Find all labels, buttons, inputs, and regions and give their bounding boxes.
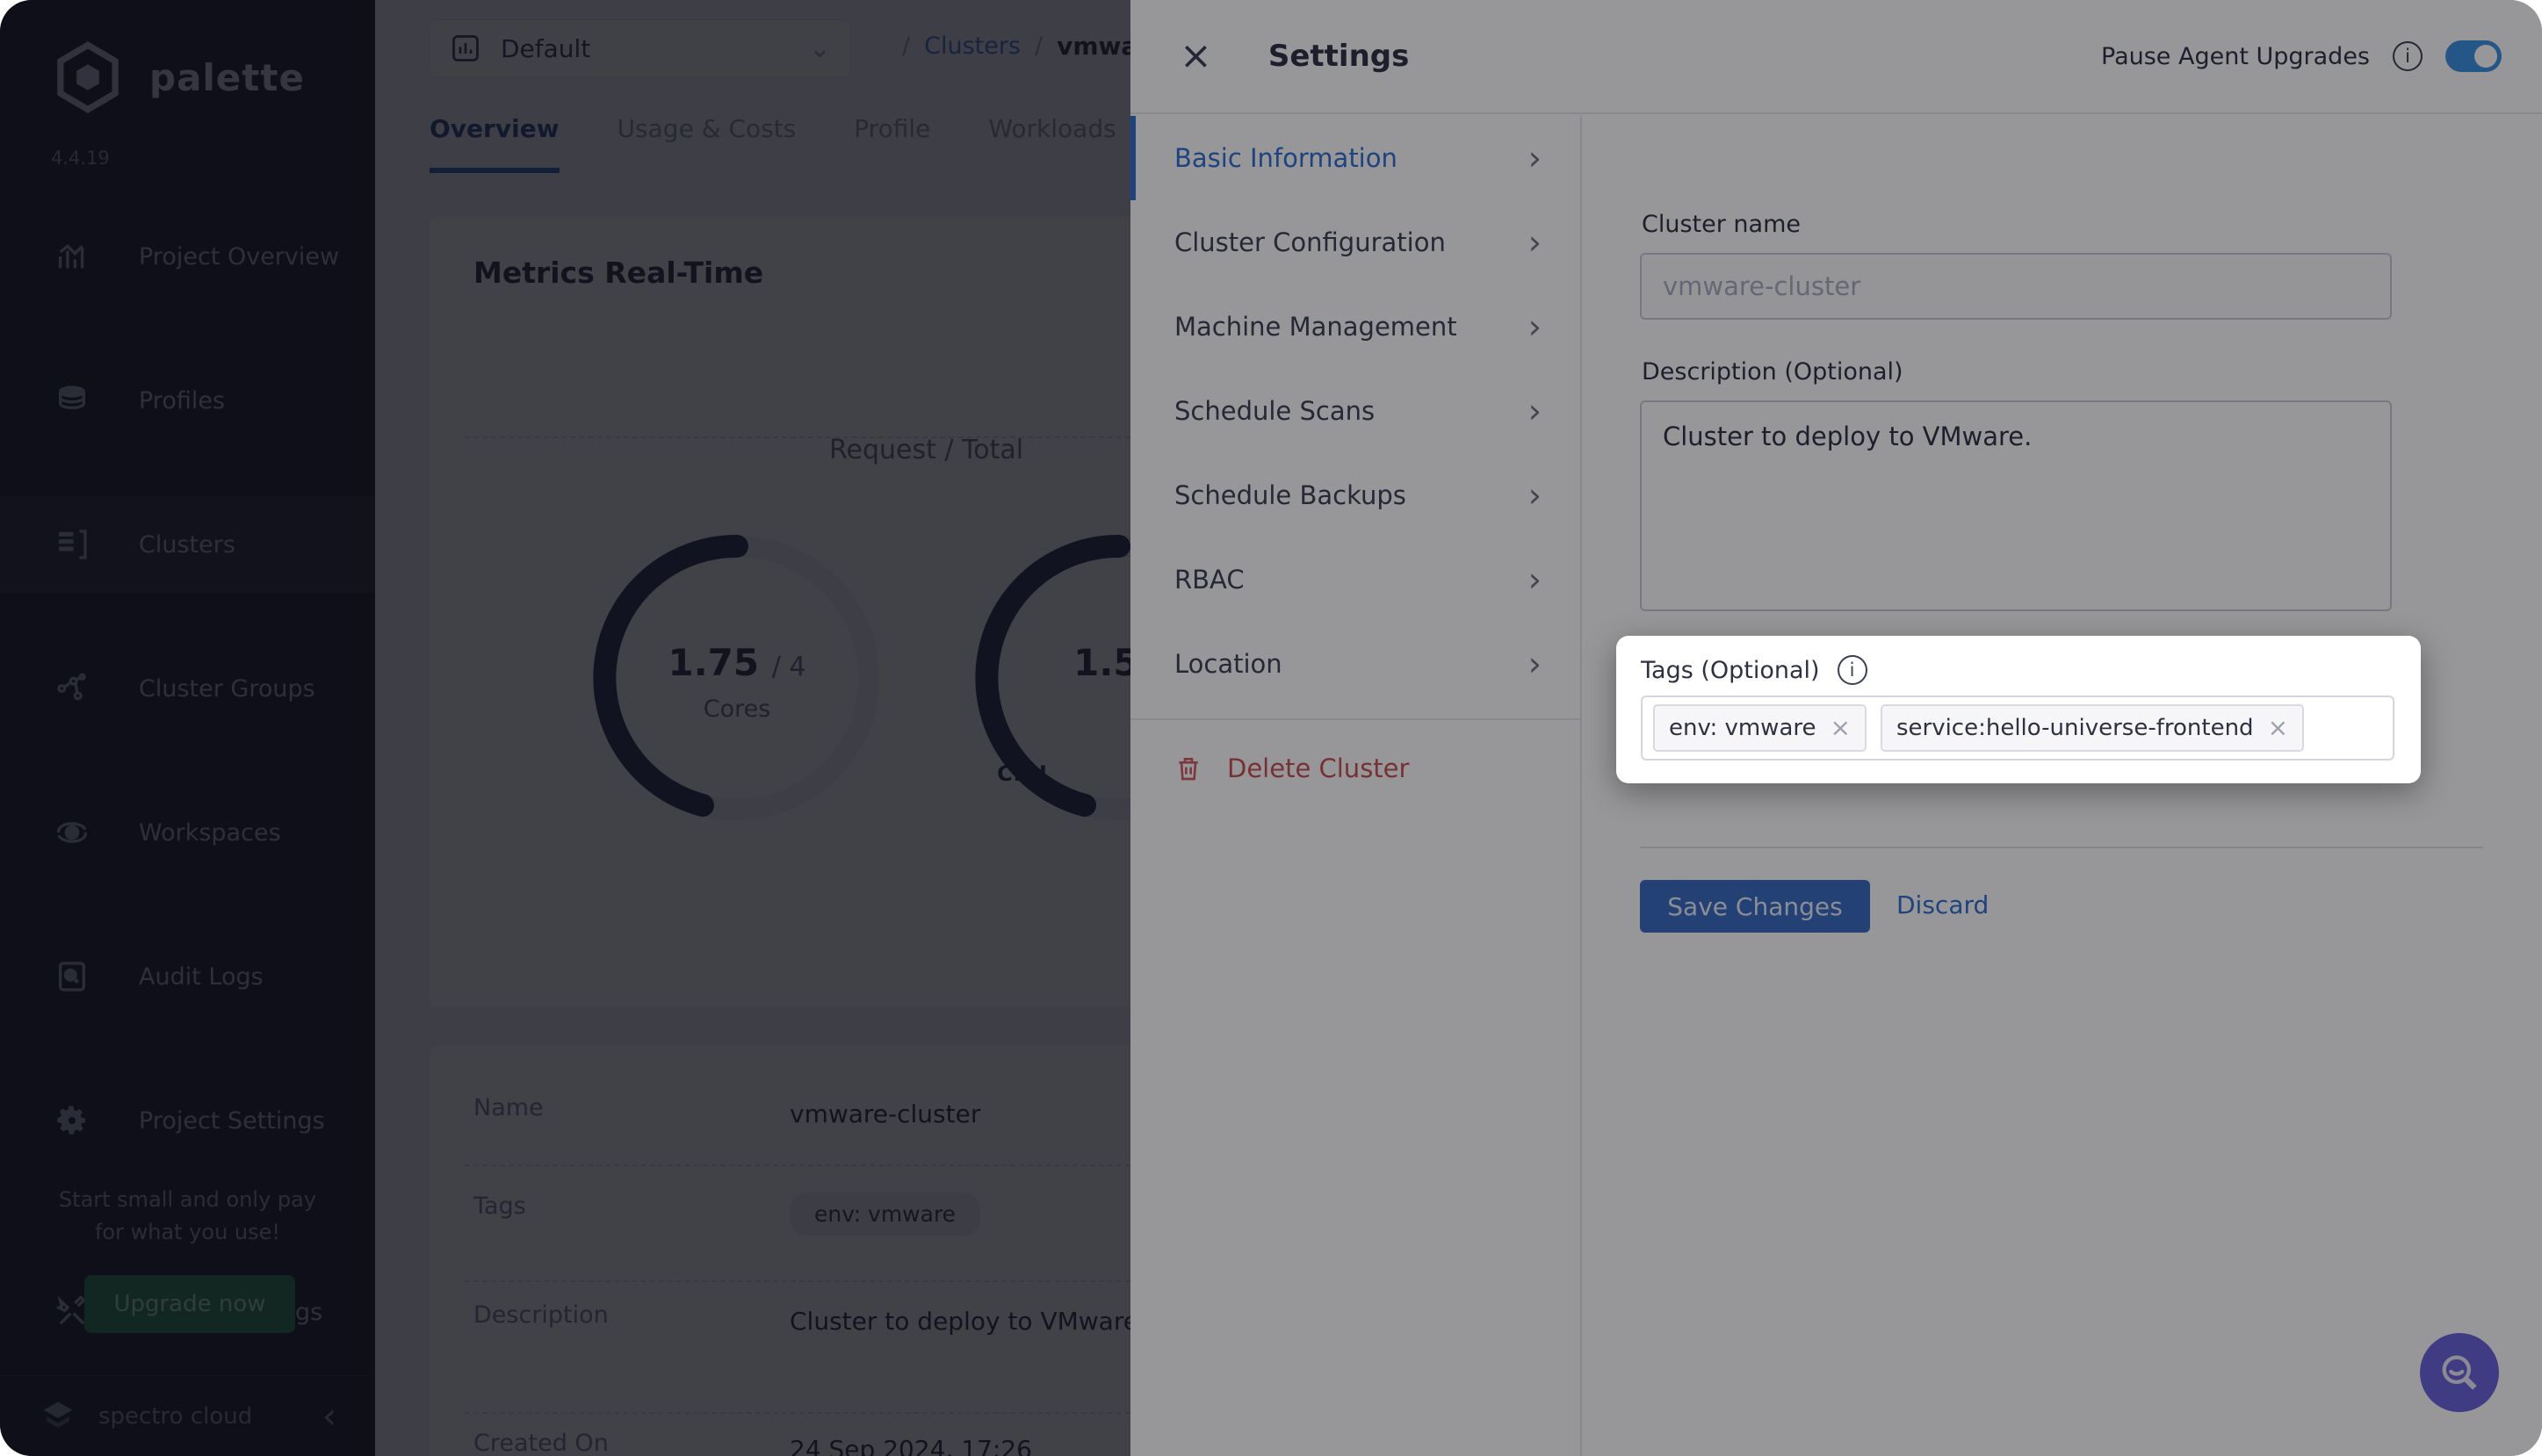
remove-tag-icon[interactable]: × bbox=[1831, 716, 1851, 740]
tag-chip: service:hello-universe-frontend × bbox=[1881, 704, 2304, 752]
tags-label: Tags (Optional) bbox=[1641, 657, 1820, 684]
tag-chip: env: vmware × bbox=[1653, 704, 1867, 752]
tags-input[interactable]: env: vmware × service:hello-universe-fro… bbox=[1641, 696, 2394, 760]
remove-tag-icon[interactable]: × bbox=[2268, 716, 2288, 740]
app-window: palette 4.4.19 Project Overview Profiles… bbox=[0, 0, 2542, 1456]
info-icon[interactable]: i bbox=[1838, 655, 1867, 685]
tags-spotlight-card: Tags (Optional) i env: vmware × service:… bbox=[1616, 636, 2421, 783]
